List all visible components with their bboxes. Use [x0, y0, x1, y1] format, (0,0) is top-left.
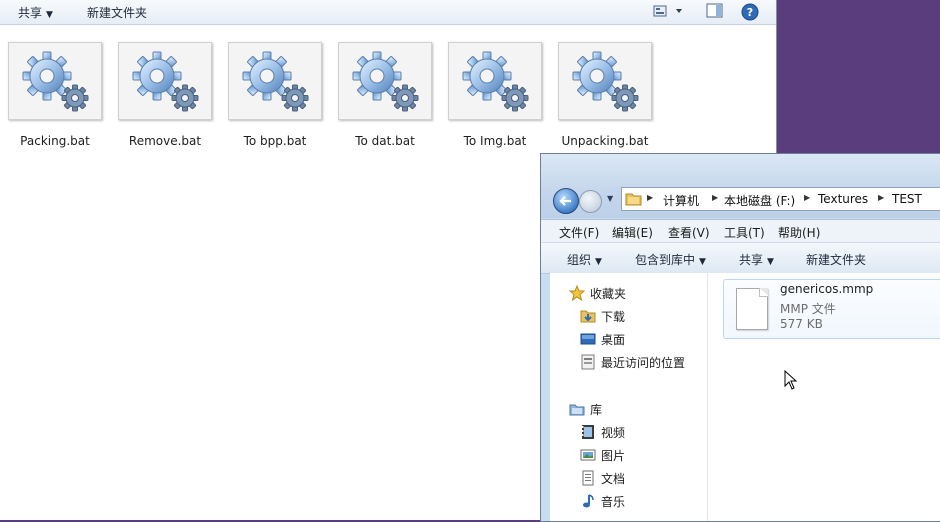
- file-name: To Img.bat: [463, 134, 527, 148]
- nav-videos-label: 视频: [601, 425, 626, 440]
- breadcrumb-separator-icon[interactable]: ▶: [804, 193, 810, 202]
- svg-text:?: ?: [747, 6, 753, 19]
- mouse-cursor-icon: [784, 370, 798, 390]
- window-titlebar: ▼ ▶ 计算机 ▶ 本地磁盘 (F:) ▶ Textures ▶ TEST: [541, 154, 940, 218]
- back-arrow-icon: [559, 196, 571, 206]
- file-type: MMP 文件: [780, 302, 836, 316]
- nav-recent-places[interactable]: 最近访问的位置: [580, 352, 685, 372]
- breadcrumb-separator-icon: ▶: [647, 193, 654, 202]
- preview-pane-icon: [706, 3, 723, 18]
- back-button[interactable]: [553, 188, 579, 214]
- view-options-button[interactable]: [652, 3, 684, 22]
- nav-downloads-label: 下载: [601, 309, 626, 324]
- menu-help[interactable]: 帮助(H): [778, 224, 820, 241]
- file-item[interactable]: Unpacking.bat: [555, 42, 655, 148]
- music-icon: [580, 493, 596, 509]
- organize-button[interactable]: 组织 ▼: [567, 251, 602, 268]
- file-item[interactable]: Remove.bat: [115, 42, 215, 148]
- organize-label: 组织: [567, 253, 592, 267]
- video-icon: [580, 424, 596, 440]
- gear-batch-icon: [558, 42, 652, 120]
- nav-documents-label: 文档: [601, 471, 626, 486]
- library-icon: [569, 401, 585, 417]
- chevron-down-icon: ▼: [767, 257, 774, 267]
- file-item[interactable]: To bpp.bat: [225, 42, 325, 148]
- file-name: To dat.bat: [355, 134, 415, 148]
- breadcrumb-test[interactable]: TEST: [892, 192, 922, 206]
- breadcrumb-computer[interactable]: 计算机: [663, 192, 699, 209]
- recent-places-icon: [580, 354, 596, 370]
- file-name: To bpp.bat: [243, 134, 307, 148]
- nav-pictures[interactable]: 图片: [580, 445, 625, 465]
- file-item[interactable]: Packing.bat: [5, 42, 105, 148]
- file-item-genericos[interactable]: genericos.mmp MMP 文件 577 KB: [723, 279, 940, 339]
- bg-new-folder-button[interactable]: 新建文件夹: [87, 4, 147, 21]
- downloads-folder-icon: [580, 308, 596, 324]
- file-name: Unpacking.bat: [561, 134, 649, 148]
- gear-batch-icon: [338, 42, 432, 120]
- generic-file-icon: [736, 288, 768, 330]
- star-icon: [569, 285, 585, 301]
- file-item[interactable]: To dat.bat: [335, 42, 435, 148]
- chevron-down-icon: ▼: [699, 257, 706, 267]
- foreground-explorer-window: ▼ ▶ 计算机 ▶ 本地磁盘 (F:) ▶ Textures ▶ TEST 文件…: [540, 153, 940, 522]
- nav-favorites-label: 收藏夹: [590, 286, 627, 301]
- new-folder-button[interactable]: 新建文件夹: [806, 251, 866, 268]
- breadcrumb-separator-icon[interactable]: ▶: [712, 193, 718, 202]
- desktop-icon: [580, 331, 596, 347]
- navigation-pane: 收藏夹 下载 桌面 最近访问的位置 库 视频 图片 文档 音乐: [550, 273, 708, 521]
- view-options-icon: [653, 5, 682, 17]
- menu-edit[interactable]: 编辑(E): [612, 224, 653, 241]
- file-item[interactable]: To Img.bat: [445, 42, 545, 148]
- file-size: 577 KB: [780, 317, 823, 331]
- file-list-pane: genericos.mmp MMP 文件 577 KB: [708, 273, 940, 521]
- file-name: genericos.mmp: [780, 282, 874, 296]
- menu-bar: 文件(F) 编辑(E) 查看(V) 工具(T) 帮助(H): [541, 219, 940, 242]
- nav-music-label: 音乐: [601, 494, 626, 509]
- gear-batch-icon: [448, 42, 542, 120]
- nav-pictures-label: 图片: [601, 448, 626, 463]
- chevron-down-icon: ▼: [46, 10, 53, 20]
- menu-tools[interactable]: 工具(T): [724, 224, 765, 241]
- breadcrumb-textures[interactable]: Textures: [818, 192, 868, 206]
- nav-documents[interactable]: 文档: [580, 468, 625, 488]
- documents-icon: [580, 470, 596, 486]
- bg-command-bar: 共享 ▼ 新建文件夹 ?: [0, 0, 776, 25]
- breadcrumb-drive[interactable]: 本地磁盘 (F:): [724, 192, 795, 209]
- recent-pages-dropdown[interactable]: ▼: [607, 194, 613, 203]
- breadcrumb-separator-icon[interactable]: ▶: [878, 193, 884, 202]
- menu-view[interactable]: 查看(V): [668, 224, 710, 241]
- help-button[interactable]: ?: [741, 3, 759, 24]
- command-bar: 组织 ▼ 包含到库中 ▼ 共享 ▼ 新建文件夹: [541, 242, 940, 274]
- menu-file[interactable]: 文件(F): [559, 224, 599, 241]
- file-name: Packing.bat: [20, 134, 90, 148]
- gear-batch-icon: [8, 42, 102, 120]
- gear-batch-icon: [228, 42, 322, 120]
- nav-libraries-label: 库: [590, 402, 603, 417]
- share-label: 共享: [739, 253, 764, 267]
- bg-share-button[interactable]: 共享 ▼: [18, 4, 53, 21]
- nav-downloads[interactable]: 下载: [580, 306, 625, 326]
- folder-icon: [625, 193, 642, 206]
- forward-button[interactable]: [579, 190, 602, 213]
- include-in-library-button[interactable]: 包含到库中 ▼: [635, 251, 706, 268]
- address-bar[interactable]: ▶ 计算机 ▶ 本地磁盘 (F:) ▶ Textures ▶ TEST: [621, 187, 940, 211]
- nav-desktop-label: 桌面: [601, 332, 626, 347]
- chevron-down-icon: ▼: [595, 257, 602, 267]
- preview-pane-button[interactable]: [706, 3, 724, 22]
- pictures-icon: [580, 447, 596, 463]
- nav-music[interactable]: 音乐: [580, 491, 625, 511]
- nav-libraries[interactable]: 库: [569, 399, 602, 419]
- share-button[interactable]: 共享 ▼: [739, 251, 774, 268]
- include-in-library-label: 包含到库中: [635, 253, 696, 267]
- gear-batch-icon: [118, 42, 212, 120]
- nav-videos[interactable]: 视频: [580, 422, 625, 442]
- nav-favorites[interactable]: 收藏夹: [569, 283, 626, 303]
- nav-desktop[interactable]: 桌面: [580, 329, 625, 349]
- desktop-background: [777, 0, 940, 152]
- nav-recent-places-label: 最近访问的位置: [601, 355, 686, 370]
- help-icon: ?: [741, 3, 759, 21]
- file-name: Remove.bat: [128, 134, 202, 148]
- bg-share-label: 共享: [18, 6, 43, 20]
